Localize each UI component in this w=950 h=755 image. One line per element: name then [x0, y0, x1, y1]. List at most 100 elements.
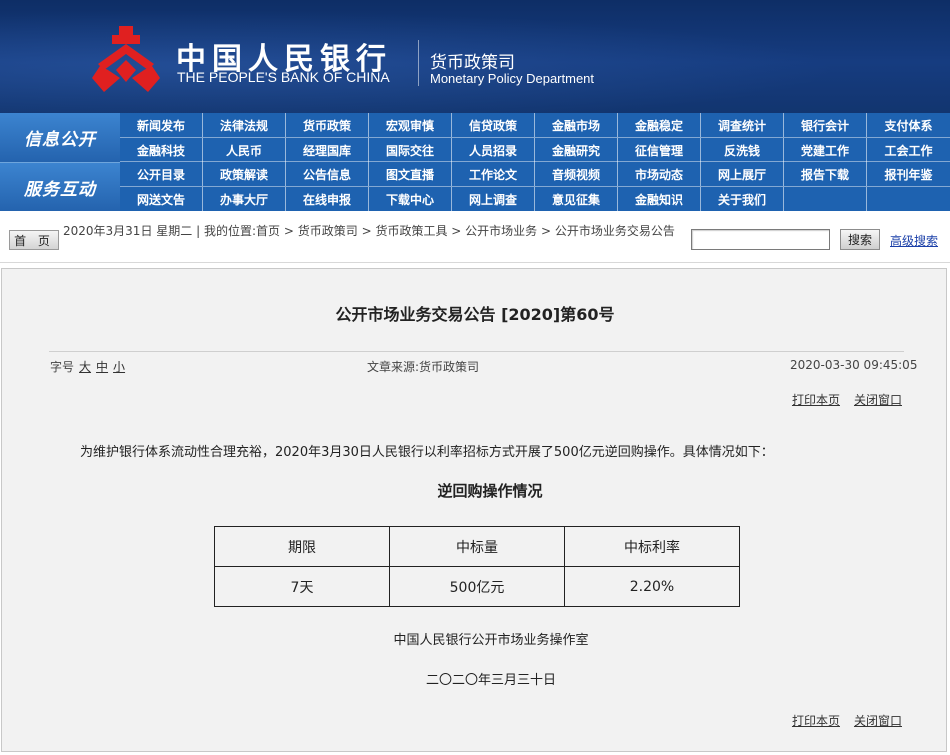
breadcrumb-arrow: > — [361, 224, 376, 238]
table-title: 逆回购操作情况 — [437, 482, 543, 500]
print-page-link[interactable]: 打印本页 — [792, 714, 840, 728]
nav-item[interactable]: 市场动态 — [618, 162, 701, 186]
nav-item[interactable]: 在线申报 — [286, 187, 369, 211]
close-window-link[interactable]: 关闭窗口 — [854, 393, 902, 407]
nav-item[interactable]: 宏观审慎 — [369, 113, 452, 137]
nav-item[interactable]: 金融知识 — [618, 187, 701, 211]
nav-item[interactable]: 法律法规 — [203, 113, 286, 137]
issue-date: 二〇二〇年三月三十日 — [425, 673, 556, 688]
nav-item[interactable]: 音频视频 — [535, 162, 618, 186]
breadcrumb-link-tools[interactable]: 货币政策工具 — [375, 224, 447, 238]
nav-item[interactable]: 反洗钱 — [701, 138, 784, 162]
location-label: 我的位置: — [203, 224, 256, 238]
breadcrumb: 2020年3月31日 星期二 | 我的位置:首页 > 货币政策司 > 货币政策工… — [63, 224, 691, 238]
nav-item[interactable]: 人民币 — [203, 138, 286, 162]
font-size-medium-link[interactable]: 中 — [96, 360, 108, 374]
nav-row: 新闻发布 法律法规 货币政策 宏观审慎 信贷政策 金融市场 金融稳定 调查统计 … — [120, 113, 950, 137]
nav-grid: 新闻发布 法律法规 货币政策 宏观审慎 信贷政策 金融市场 金融稳定 调查统计 … — [120, 113, 950, 211]
nav-item[interactable]: 工会工作 — [867, 138, 950, 162]
nav-item[interactable]: 金融研究 — [535, 138, 618, 162]
nav-section-info-disclosure[interactable]: 信息公开 — [0, 113, 120, 162]
nav-item[interactable]: 图文直播 — [369, 162, 452, 186]
nav-divider — [120, 137, 950, 138]
search-input[interactable] — [691, 229, 830, 250]
nav-item[interactable]: 货币政策 — [286, 113, 369, 137]
nav-item[interactable]: 报告下载 — [784, 162, 867, 186]
nav-item[interactable]: 办事大厅 — [203, 187, 286, 211]
nav-item[interactable]: 新闻发布 — [120, 113, 203, 137]
nav-item[interactable]: 网送文告 — [120, 187, 203, 211]
search-button[interactable]: 搜索 — [840, 229, 880, 250]
font-size-label: 字号 — [50, 360, 75, 374]
breadcrumb-link-omo-notice[interactable]: 公开市场业务交易公告 — [555, 224, 675, 238]
nav-item-empty — [867, 187, 950, 211]
issuer-signature: 中国人民银行公开市场业务操作室 — [393, 633, 589, 648]
department-name-cn: 货币政策司 — [430, 53, 515, 73]
nav-item[interactable]: 网上展厅 — [701, 162, 784, 186]
article-title: 公开市场业务交易公告 [2020]第60号 — [335, 305, 615, 324]
nav-item[interactable]: 公告信息 — [286, 162, 369, 186]
nav-item[interactable]: 经理国库 — [286, 138, 369, 162]
article-body-paragraph: 为维护银行体系流动性合理充裕，2020年3月30日人民银行以利率招标方式开展了5… — [80, 445, 774, 460]
table-cell: 2.20% — [564, 566, 740, 607]
table-header-cell: 中标利率 — [564, 526, 740, 567]
article-source: 文章来源:货币政策司 — [367, 360, 480, 374]
nav-item[interactable]: 调查统计 — [701, 113, 784, 137]
home-button[interactable]: 首 页 — [9, 230, 59, 250]
main-navigation: 信息公开 服务互动 新闻发布 法律法规 货币政策 宏观审慎 信贷政策 金融市场 … — [0, 113, 950, 211]
nav-item[interactable]: 金融科技 — [120, 138, 203, 162]
nav-item[interactable]: 信贷政策 — [452, 113, 535, 137]
article-datetime: 2020-03-30 09:45:05 — [790, 358, 918, 372]
nav-item[interactable]: 政策解读 — [203, 162, 286, 186]
nav-row: 公开目录 政策解读 公告信息 图文直播 工作论文 音频视频 市场动态 网上展厅 … — [120, 162, 950, 186]
current-date: 2020年3月31日 星期二 — [63, 224, 193, 238]
nav-item[interactable]: 金融稳定 — [618, 113, 701, 137]
breadcrumb-separator: | — [196, 224, 204, 238]
font-size-small-link[interactable]: 小 — [113, 360, 125, 374]
nav-item[interactable]: 国际交往 — [369, 138, 452, 162]
nav-item[interactable]: 支付体系 — [867, 113, 950, 137]
article-tools-bottom: 打印本页 关闭窗口 — [778, 712, 902, 729]
nav-section-service-interaction[interactable]: 服务互动 — [0, 162, 120, 211]
font-size-control: 字号大中小 — [50, 358, 125, 375]
nav-item[interactable]: 网上调查 — [452, 187, 535, 211]
nav-item[interactable]: 工作论文 — [452, 162, 535, 186]
breadcrumb-arrow: > — [451, 224, 466, 238]
nav-item[interactable]: 征信管理 — [618, 138, 701, 162]
nav-item[interactable]: 银行会计 — [784, 113, 867, 137]
nav-item-empty — [784, 187, 867, 211]
table-cell: 500亿元 — [389, 566, 565, 607]
breadcrumb-link-home[interactable]: 首页 — [256, 224, 280, 238]
nav-item[interactable]: 关于我们 — [701, 187, 784, 211]
table-header-cell: 中标量 — [389, 526, 565, 567]
table-row: 7天 500亿元 2.20% — [214, 566, 740, 607]
nav-row: 网送文告 办事大厅 在线申报 下载中心 网上调查 意见征集 金融知识 关于我们 — [120, 187, 950, 211]
breadcrumb-link-dept[interactable]: 货币政策司 — [298, 224, 358, 238]
nav-row: 金融科技 人民币 经理国库 国际交往 人员招录 金融研究 征信管理 反洗钱 党建… — [120, 138, 950, 162]
bank-name-en: THE PEOPLE'S BANK OF CHINA — [177, 69, 390, 85]
nav-item[interactable]: 下载中心 — [369, 187, 452, 211]
pboc-logo-icon[interactable] — [90, 26, 162, 92]
nav-item[interactable]: 意见征集 — [535, 187, 618, 211]
nav-item[interactable]: 报刊年鉴 — [867, 162, 950, 186]
breadcrumb-arrow: > — [541, 224, 555, 238]
nav-item[interactable]: 党建工作 — [784, 138, 867, 162]
table-header-cell: 期限 — [214, 526, 390, 567]
article-panel: 公开市场业务交易公告 [2020]第60号 字号大中小 文章来源:货币政策司 2… — [1, 268, 947, 752]
nav-item[interactable]: 金融市场 — [535, 113, 618, 137]
close-window-link[interactable]: 关闭窗口 — [854, 714, 902, 728]
nav-divider — [120, 161, 950, 162]
nav-item[interactable]: 公开目录 — [120, 162, 203, 186]
meta-divider — [49, 351, 904, 352]
site-header: 中国人民银行 THE PEOPLE'S BANK OF CHINA 货币政策司 … — [0, 0, 950, 113]
font-size-large-link[interactable]: 大 — [79, 360, 91, 374]
nav-divider — [120, 186, 950, 187]
table-cell: 7天 — [214, 566, 390, 607]
header-divider — [418, 40, 419, 86]
advanced-search-link[interactable]: 高级搜索 — [890, 232, 938, 249]
breadcrumb-bar: 首 页 2020年3月31日 星期二 | 我的位置:首页 > 货币政策司 > 货… — [0, 211, 950, 263]
breadcrumb-link-omo[interactable]: 公开市场业务 — [465, 224, 537, 238]
nav-item[interactable]: 人员招录 — [452, 138, 535, 162]
print-page-link[interactable]: 打印本页 — [792, 393, 840, 407]
reverse-repo-table: 期限 中标量 中标利率 7天 500亿元 2.20% — [214, 526, 740, 607]
